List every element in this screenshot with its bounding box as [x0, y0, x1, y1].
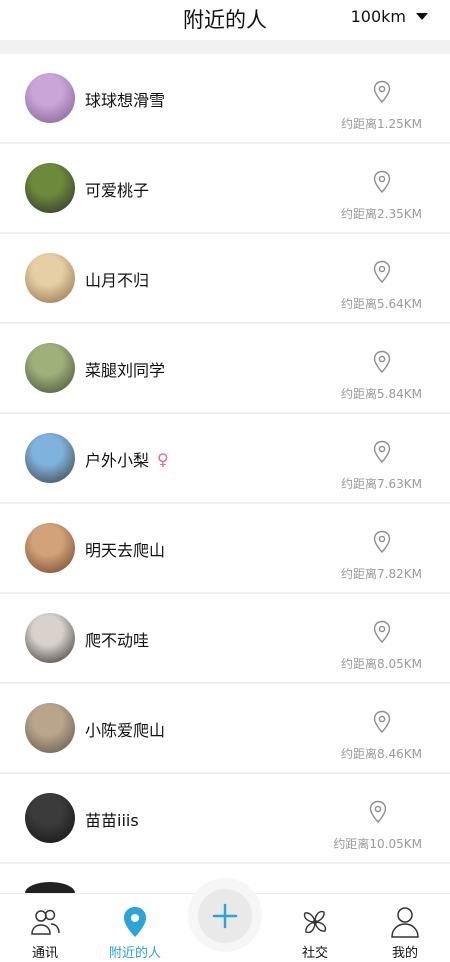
female-gender-icon: ♀ [157, 449, 169, 469]
distance-label: 约距离5.64KM [341, 297, 422, 311]
caret-down-icon [416, 13, 428, 20]
location-pin-icon [373, 440, 390, 464]
distance-label: 约距离7.82KM [341, 567, 422, 581]
location-pin-icon [369, 800, 386, 824]
user-name: 小陈爱爬山 [85, 717, 165, 741]
avatar[interactable] [25, 523, 75, 573]
distance-label: 约距离10.05KM [333, 837, 422, 851]
add-button[interactable] [198, 889, 252, 943]
user-name: 球球想滑雪 [85, 87, 165, 111]
contacts-icon [28, 905, 62, 939]
tab-contacts-label: 通讯 [31, 946, 58, 961]
user-name-text: 小陈爱爬山 [85, 721, 166, 740]
user-name: 苗苗iiis [85, 807, 139, 831]
location-pin-icon [373, 710, 390, 734]
user-list-item[interactable]: 小陈爱爬山约距离8.46KM [0, 684, 450, 774]
user-name: 山月不归 [85, 267, 149, 291]
user-name: 户外小梨 ♀ [85, 447, 169, 471]
user-list-item[interactable]: 户外小梨 ♀ 约距离7.63KM [0, 414, 450, 504]
user-list-item[interactable]: 球球想滑雪约距离1.25KM [0, 54, 450, 144]
avatar[interactable] [25, 253, 75, 303]
location-pin-icon [373, 530, 390, 554]
user-list-item[interactable]: 明天去爬山约距离7.82KM [0, 504, 450, 594]
avatar[interactable] [25, 793, 75, 843]
distance-label: 约距离1.25KM [341, 117, 422, 131]
tab-profile[interactable]: 我的 [360, 894, 450, 962]
distance-label: 约距离2.35KM [341, 207, 422, 221]
distance-label: 约距离5.84KM [341, 387, 422, 401]
avatar[interactable] [25, 163, 75, 213]
location-pin-icon [373, 620, 390, 644]
user-name-text: 爬不动哇 [85, 631, 150, 650]
user-name-text: 可爱桃子 [85, 181, 150, 200]
distance-label: 约距离8.46KM [341, 747, 422, 761]
location-pin-icon [373, 170, 390, 194]
tab-contacts[interactable]: 通讯 [0, 894, 90, 962]
user-list-item[interactable]: 山月不归约距离5.64KM [0, 234, 450, 324]
location-pin-icon [373, 260, 390, 284]
user-name-text: 明天去爬山 [85, 541, 166, 560]
distance-label: 约距离7.63KM [341, 477, 422, 491]
user-name: 爬不动哇 [85, 627, 149, 651]
avatar[interactable] [25, 613, 75, 663]
tab-nearby-label: 附近的人 [108, 946, 161, 961]
tab-social[interactable]: 社交 [270, 894, 360, 962]
distance-filter-value: 100km [350, 7, 406, 26]
plus-icon [212, 903, 238, 929]
user-list-item[interactable]: 苗苗iiis 约距离10.05KM [0, 774, 450, 864]
tab-profile-label: 我的 [391, 946, 418, 961]
user-name-text: 山月不归 [85, 271, 150, 290]
nearby-user-list: 球球想滑雪 约距离1.25KM 可爱桃子 约距离2.35KM 山月不归 约距离5.64KM… [0, 54, 450, 864]
top-bar: 附近的人 100km [0, 0, 450, 40]
user-name-text: 苗苗iiis [85, 811, 139, 830]
location-pin-icon [373, 350, 390, 374]
profile-icon [388, 905, 422, 939]
user-name-text: 球球想滑雪 [85, 91, 166, 110]
user-name-text: 户外小梨 [85, 451, 150, 470]
user-name: 明天去爬山 [85, 537, 165, 561]
user-name: 菜腿刘同学 [85, 357, 165, 381]
bottom-tab-bar: 通讯 附近的人 社交 我的 [0, 878, 450, 962]
distance-filter-dropdown[interactable]: 100km [351, 7, 428, 26]
avatar[interactable] [25, 703, 75, 753]
user-list-item[interactable]: 菜腿刘同学约距离5.84KM [0, 324, 450, 414]
user-name-text: 菜腿刘同学 [85, 361, 166, 380]
tab-social-label: 社交 [301, 946, 328, 961]
header-divider [0, 40, 450, 54]
pinwheel-icon [298, 905, 332, 939]
location-pin-icon [118, 905, 152, 939]
distance-label: 约距离8.05KM [341, 657, 422, 671]
tab-nearby[interactable]: 附近的人 [90, 894, 180, 962]
avatar[interactable] [25, 433, 75, 483]
location-pin-icon [373, 80, 390, 104]
user-name: 可爱桃子 [85, 177, 149, 201]
avatar[interactable] [25, 73, 75, 123]
user-list-item[interactable]: 可爱桃子约距离2.35KM [0, 144, 450, 234]
avatar[interactable] [25, 343, 75, 393]
user-list-item[interactable]: 爬不动哇约距离8.05KM [0, 594, 450, 684]
